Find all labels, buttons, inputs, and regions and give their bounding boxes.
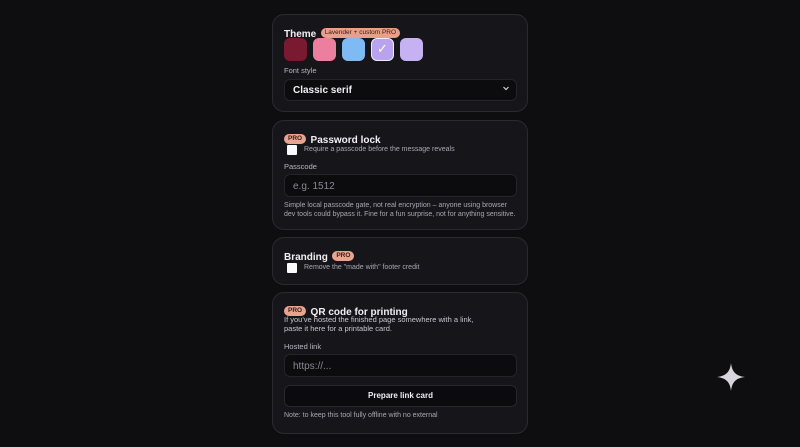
- hosted-link-label: Hosted link: [284, 342, 322, 351]
- pro-badge: PRO: [284, 133, 307, 144]
- branding-card: Branding PRO Remove the "made with" foot…: [272, 237, 528, 285]
- theme-card: Theme Lavender + custom PRO ✓ Font style…: [272, 14, 528, 112]
- font-style-value: Classic serif: [293, 85, 352, 96]
- passcode-label: Passcode: [284, 162, 317, 171]
- remove-credit-label: Remove the "made with" footer credit: [304, 264, 420, 271]
- sparkle-icon: [716, 362, 746, 397]
- passcode-placeholder: e.g. 1512: [293, 181, 335, 192]
- remove-credit-checkbox[interactable]: [287, 263, 297, 273]
- swatch-burgundy[interactable]: [284, 38, 307, 61]
- theme-badge: Lavender + custom PRO: [320, 27, 401, 38]
- qr-card: PRO QR code for printing If you've hoste…: [272, 292, 528, 434]
- password-card: PRO Password lock Require a passcode bef…: [272, 120, 528, 230]
- passcode-checkbox-label: Require a passcode before the message re…: [304, 146, 455, 153]
- passcode-note-line2: dev tools could bypass it. Fine for a fu…: [284, 211, 516, 218]
- pro-badge: PRO: [332, 250, 355, 261]
- font-style-select[interactable]: Classic serif: [284, 79, 517, 101]
- chevron-down-icon: [502, 84, 510, 94]
- hosted-link-placeholder: https://...: [293, 361, 332, 372]
- swatch-lavender-selected[interactable]: ✓: [371, 38, 394, 61]
- branding-title: Branding: [284, 252, 328, 263]
- font-style-label: Font style: [284, 66, 317, 75]
- hosted-link-input[interactable]: https://...: [284, 354, 517, 377]
- passcode-note-line1: Simple local passcode gate, not real enc…: [284, 202, 507, 209]
- swatch-sky[interactable]: [342, 38, 365, 61]
- prepare-link-card-button[interactable]: Prepare link card: [284, 385, 517, 407]
- swatch-pink[interactable]: [313, 38, 336, 61]
- passcode-input[interactable]: e.g. 1512: [284, 174, 517, 197]
- qr-description-line1: If you've hosted the finished page somew…: [284, 315, 474, 324]
- qr-description: If you've hosted the finished page somew…: [284, 315, 473, 333]
- swatch-lilac[interactable]: [400, 38, 423, 61]
- check-icon: ✓: [377, 41, 388, 56]
- passcode-note: Simple local passcode gate, not real enc…: [284, 201, 524, 219]
- passcode-checkbox[interactable]: [287, 145, 297, 155]
- qr-note: Note: to keep this tool fully offline wi…: [284, 412, 438, 419]
- qr-description-line2: paste it here for a printable card.: [284, 324, 392, 333]
